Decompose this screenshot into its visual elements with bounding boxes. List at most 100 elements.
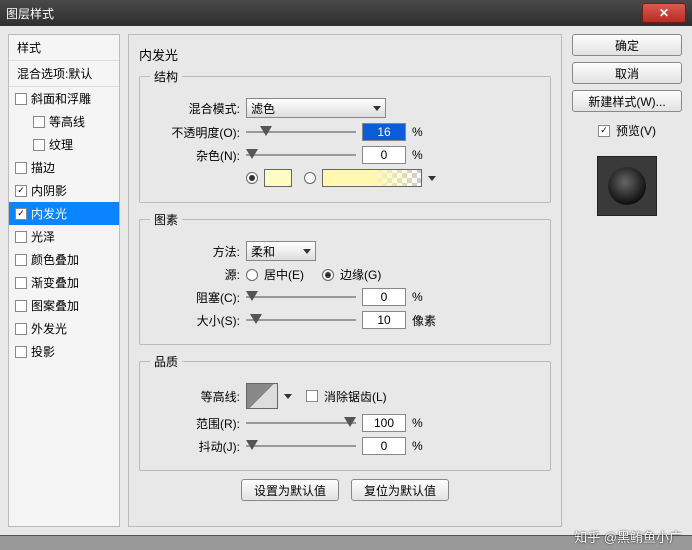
sidebar-item-label: 颜色叠加: [31, 251, 79, 268]
preview-checkbox[interactable]: [598, 125, 610, 137]
chevron-down-icon: [373, 106, 381, 111]
noise-input[interactable]: 0: [362, 146, 406, 164]
contour-label: 等高线:: [150, 388, 240, 405]
preview-label: 预览(V): [616, 122, 656, 139]
sidebar-checkbox[interactable]: [15, 208, 27, 220]
technique-value: 柔和: [251, 243, 275, 260]
source-edge-label: 边缘(G): [340, 266, 381, 283]
sidebar-checkbox[interactable]: [15, 93, 27, 105]
blend-mode-label: 混合模式:: [150, 100, 240, 117]
sidebar-item-4[interactable]: 内阴影: [9, 179, 119, 202]
sidebar-checkbox[interactable]: [15, 254, 27, 266]
antialias-checkbox[interactable]: [306, 390, 318, 402]
sidebar-item-label: 投影: [31, 343, 55, 360]
source-center-radio[interactable]: [246, 269, 258, 281]
quality-group: 品质 等高线: 消除锯齿(L) 范围(R): 100 % 抖动(J):: [139, 353, 551, 471]
reset-default-button[interactable]: 复位为默认值: [351, 479, 449, 501]
sidebar-item-label: 等高线: [49, 113, 85, 130]
set-default-button[interactable]: 设置为默认值: [241, 479, 339, 501]
styles-sidebar: 样式 混合选项:默认 斜面和浮雕等高线纹理描边内阴影内发光光泽颜色叠加渐变叠加图…: [8, 34, 120, 527]
sidebar-item-7[interactable]: 颜色叠加: [9, 248, 119, 271]
structure-legend: 结构: [150, 68, 182, 85]
sidebar-item-5[interactable]: 内发光: [9, 202, 119, 225]
sidebar-item-label: 外发光: [31, 320, 67, 337]
sidebar-checkbox[interactable]: [15, 346, 27, 358]
sidebar-item-label: 内发光: [31, 205, 67, 222]
source-label: 源:: [150, 266, 240, 283]
sidebar-checkbox[interactable]: [15, 277, 27, 289]
choke-input[interactable]: 0: [362, 288, 406, 306]
sidebar-checkbox[interactable]: [15, 323, 27, 335]
choke-label: 阻塞(C):: [150, 289, 240, 306]
choke-slider[interactable]: [246, 289, 356, 305]
chevron-down-icon[interactable]: [428, 176, 436, 181]
gradient-swatch[interactable]: [322, 169, 422, 187]
fill-color-radio[interactable]: [246, 172, 258, 184]
sidebar-item-label: 图案叠加: [31, 297, 79, 314]
sidebar-item-11[interactable]: 投影: [9, 340, 119, 363]
sidebar-item-label: 内阴影: [31, 182, 67, 199]
source-edge-radio[interactable]: [322, 269, 334, 281]
sidebar-checkbox[interactable]: [15, 162, 27, 174]
jitter-label: 抖动(J):: [150, 438, 240, 455]
sidebar-checkbox[interactable]: [33, 139, 45, 151]
noise-slider[interactable]: [246, 147, 356, 163]
chevron-down-icon[interactable]: [284, 394, 292, 399]
sidebar-item-label: 斜面和浮雕: [31, 90, 91, 107]
sidebar-item-6[interactable]: 光泽: [9, 225, 119, 248]
size-input[interactable]: 10: [362, 311, 406, 329]
sidebar-header[interactable]: 样式: [9, 35, 119, 61]
technique-label: 方法:: [150, 243, 240, 260]
blend-mode-select[interactable]: 滤色: [246, 98, 386, 118]
cancel-button[interactable]: 取消: [572, 62, 682, 84]
window-title: 图层样式: [6, 5, 642, 22]
structure-group: 结构 混合模式: 滤色 不透明度(O): 16 % 杂色(N):: [139, 68, 551, 203]
sidebar-item-1[interactable]: 等高线: [9, 110, 119, 133]
size-slider[interactable]: [246, 312, 356, 328]
jitter-slider[interactable]: [246, 438, 356, 454]
titlebar[interactable]: 图层样式 ✕: [0, 0, 692, 26]
range-label: 范围(R):: [150, 415, 240, 432]
sidebar-checkbox[interactable]: [15, 300, 27, 312]
ok-button[interactable]: 确定: [572, 34, 682, 56]
right-panel: 确定 取消 新建样式(W)... 预览(V): [570, 34, 684, 527]
settings-panel: 内发光 结构 混合模式: 滤色 不透明度(O): 16 % 杂: [128, 34, 562, 527]
new-style-button[interactable]: 新建样式(W)...: [572, 90, 682, 112]
contour-picker[interactable]: [246, 383, 278, 409]
noise-unit: %: [412, 148, 423, 162]
elements-group: 图素 方法: 柔和 源: 居中(E) 边缘(G) 阻塞(C):: [139, 211, 551, 345]
range-input[interactable]: 100: [362, 414, 406, 432]
sidebar-item-8[interactable]: 渐变叠加: [9, 271, 119, 294]
sidebar-item-9[interactable]: 图案叠加: [9, 294, 119, 317]
sidebar-item-10[interactable]: 外发光: [9, 317, 119, 340]
sidebar-item-0[interactable]: 斜面和浮雕: [9, 87, 119, 110]
chevron-down-icon: [303, 249, 311, 254]
opacity-input[interactable]: 16: [362, 123, 406, 141]
fill-gradient-radio[interactable]: [304, 172, 316, 184]
noise-label: 杂色(N):: [150, 147, 240, 164]
sidebar-checkbox[interactable]: [15, 185, 27, 197]
sidebar-blend-header[interactable]: 混合选项:默认: [9, 61, 119, 87]
color-swatch[interactable]: [264, 169, 292, 187]
sidebar-item-label: 纹理: [49, 136, 73, 153]
range-slider[interactable]: [246, 415, 356, 431]
blend-mode-value: 滤色: [251, 100, 275, 117]
sidebar-item-label: 光泽: [31, 228, 55, 245]
jitter-unit: %: [412, 439, 423, 453]
close-button[interactable]: ✕: [642, 3, 686, 23]
sidebar-checkbox[interactable]: [33, 116, 45, 128]
sidebar-item-label: 渐变叠加: [31, 274, 79, 291]
size-unit: 像素: [412, 312, 436, 329]
size-label: 大小(S):: [150, 312, 240, 329]
jitter-input[interactable]: 0: [362, 437, 406, 455]
opacity-slider[interactable]: [246, 124, 356, 140]
sidebar-item-label: 描边: [31, 159, 55, 176]
technique-select[interactable]: 柔和: [246, 241, 316, 261]
sidebar-item-3[interactable]: 描边: [9, 156, 119, 179]
choke-unit: %: [412, 290, 423, 304]
opacity-unit: %: [412, 125, 423, 139]
panel-title: 内发光: [139, 45, 551, 64]
sidebar-item-2[interactable]: 纹理: [9, 133, 119, 156]
opacity-label: 不透明度(O):: [150, 124, 240, 141]
sidebar-checkbox[interactable]: [15, 231, 27, 243]
